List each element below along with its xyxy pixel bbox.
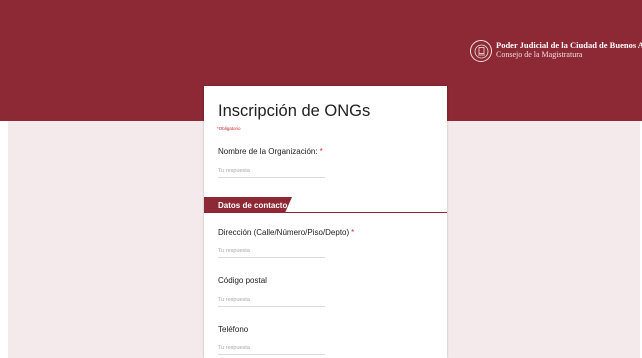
required-note: *Obligatorio — [217, 126, 241, 131]
required-asterisk: * — [351, 228, 355, 237]
question-text: Teléfono — [218, 325, 249, 334]
question-label-address: Dirección (Calle/Número/Piso/Depto) * — [218, 228, 354, 237]
org-title: Poder Judicial de la Ciudad de Buenos Ai… — [496, 40, 642, 50]
address-input[interactable] — [218, 246, 325, 258]
question-text: Dirección (Calle/Número/Piso/Depto) — [218, 228, 350, 237]
section-divider — [204, 212, 447, 213]
postal-code-input[interactable] — [218, 295, 325, 307]
question-text: Código postal — [218, 276, 267, 285]
organization-brand: Poder Judicial de la Ciudad de Buenos Ai… — [470, 40, 642, 62]
question-label-phone: Teléfono — [218, 325, 248, 334]
question-text: Nombre de la Organización: — [218, 147, 318, 156]
org-name-input[interactable] — [218, 166, 325, 178]
judiciary-seal-icon — [470, 40, 492, 62]
required-asterisk: * — [319, 147, 323, 156]
form-title: Inscripción de ONGs — [218, 102, 371, 120]
section-header-contact: Datos de contacto — [204, 197, 292, 213]
form-card: Inscripción de ONGs *Obligatorio Nombre … — [204, 86, 447, 358]
phone-input[interactable] — [218, 343, 325, 355]
question-label-postal-code: Código postal — [218, 276, 267, 285]
org-subtitle: Consejo de la Magistratura — [496, 50, 583, 59]
question-label-org-name: Nombre de la Organización: * — [218, 147, 323, 156]
